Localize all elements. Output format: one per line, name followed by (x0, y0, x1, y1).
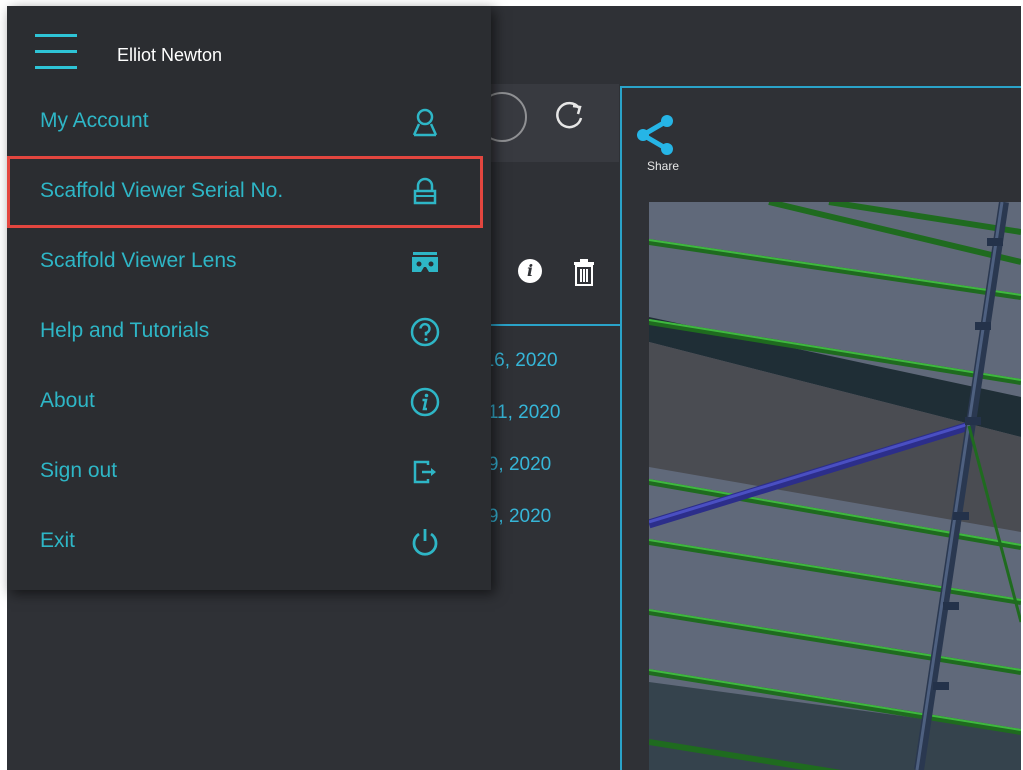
menu-item-label: Exit (40, 529, 76, 552)
selection-highlight (7, 156, 483, 228)
sign-out-icon (413, 460, 436, 484)
menu-item-exit[interactable]: Exit (7, 514, 491, 570)
navigation-drawer: Elliot Newton My Account Scaffold Viewer… (7, 6, 491, 590)
menu-item-label: Sign out (40, 459, 118, 482)
menu-item-label: Scaffold Viewer Lens (40, 249, 237, 272)
vr-headset-icon (412, 252, 438, 272)
menu-item-about[interactable]: About (7, 374, 491, 430)
menu-item-label: Help and Tutorials (40, 319, 210, 342)
scaffold-3d-view[interactable] (649, 202, 1021, 770)
help-icon (410, 317, 440, 347)
info-icon (410, 387, 440, 417)
menu-item-label: My Account (40, 109, 149, 132)
refresh-icon[interactable] (551, 98, 587, 134)
menu-item-my-account[interactable]: My Account (7, 94, 491, 150)
menu-item-label: About (40, 389, 95, 412)
power-icon (412, 529, 438, 556)
menu-item-viewer-lens[interactable]: Scaffold Viewer Lens (7, 234, 491, 290)
user-name: Elliot Newton (117, 45, 223, 65)
hamburger-menu-icon[interactable] (35, 34, 77, 70)
item-info-icon[interactable]: i (518, 259, 542, 283)
trash-icon[interactable] (573, 258, 595, 286)
menu-item-sign-out[interactable]: Sign out (7, 444, 491, 500)
user-icon (412, 108, 438, 137)
share-label[interactable]: Share (647, 158, 679, 174)
menu-item-help[interactable]: Help and Tutorials (7, 304, 491, 360)
